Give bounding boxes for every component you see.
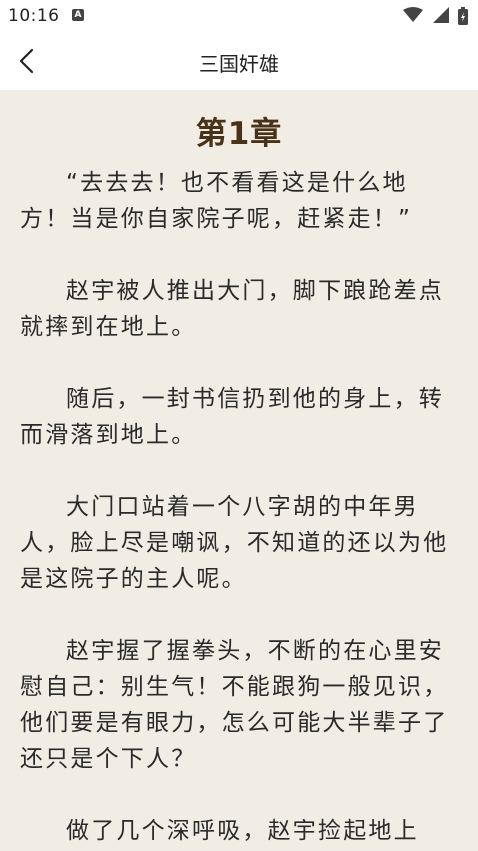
app-bar: 三国奸雄 [0, 32, 478, 90]
a-badge-icon: A [72, 9, 84, 21]
reader-content[interactable]: 第1章 “去去去！也不看看这是什么地方！当是你自家院子呢，赶紧走！” 赵宇被人推… [0, 90, 478, 851]
status-icons [399, 7, 468, 25]
paragraph: 赵宇被人推出大门，脚下踉跄差点就摔到在地上。 [20, 278, 444, 340]
status-time: 10:16 [8, 6, 60, 26]
wifi-icon [403, 7, 424, 28]
page-title: 三国奸雄 [199, 52, 279, 76]
paragraph: 大门口站着一个八字胡的中年男人，脸上尽是嘲讽，不知道的还以为他是这院子的主人呢。 [20, 494, 449, 592]
chapter-title: 第1章 [195, 116, 283, 152]
paragraph: 赵宇握了握拳头，不断的在心里安慰自己：别生气！不能跟狗一般见识，他们要是有眼力，… [20, 638, 449, 772]
status-bar: 10:16 A [0, 0, 478, 32]
battery-icon [458, 7, 468, 30]
paragraph: 做了几个深呼吸，赵宇捡起地上 [66, 818, 419, 844]
signal-icon [432, 7, 449, 28]
paragraph: “去去去！也不看看这是什么地方！当是你自家院子呢，赶紧走！” [20, 170, 413, 232]
paragraph: 随后，一封书信扔到他的身上，转而滑落到地上。 [20, 386, 444, 448]
